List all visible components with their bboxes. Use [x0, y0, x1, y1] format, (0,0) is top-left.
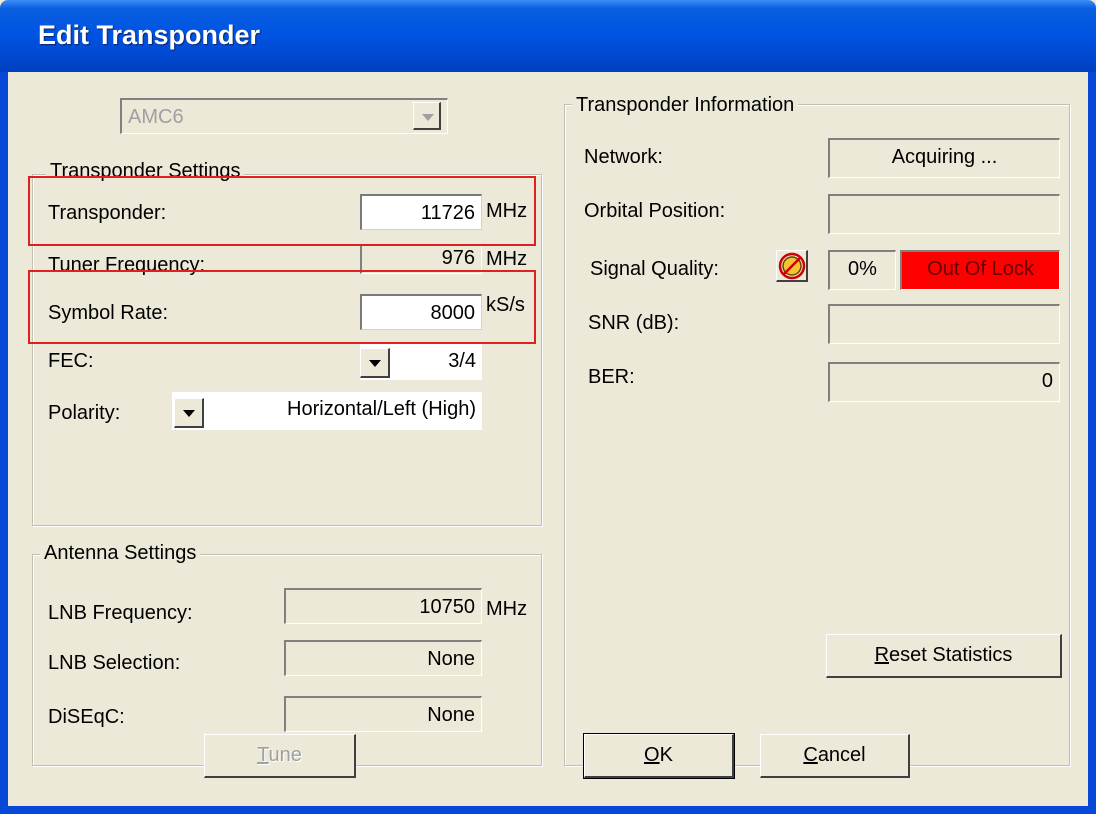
symbol-rate-highlight	[28, 270, 536, 344]
polarity-label: Polarity:	[48, 402, 121, 424]
satellite-dropdown-button[interactable]	[413, 102, 441, 130]
satellite-select[interactable]: AMC6	[120, 98, 448, 134]
window-frame-left	[0, 72, 8, 814]
lock-status-badge: Out Of Lock	[900, 250, 1060, 290]
signal-quality-label: Signal Quality:	[590, 258, 719, 280]
transponder-highlight	[28, 176, 536, 246]
tune-button[interactable]: Tune	[204, 734, 356, 778]
lnb-frequency-label: LNB Frequency:	[48, 602, 193, 624]
reset-statistics-mnemonic: R	[874, 644, 890, 666]
window-frame-right	[1088, 72, 1096, 814]
signal-quality-percent: 0%	[828, 250, 896, 290]
fec-label: FEC:	[48, 350, 94, 372]
cancel-button[interactable]: Cancel	[760, 734, 910, 778]
ok-button[interactable]: OK	[583, 733, 735, 779]
reset-statistics-label: eset Statistics	[889, 644, 1013, 666]
title-bar[interactable]: Edit Transponder	[0, 0, 1096, 72]
satellite-select-value: AMC6	[128, 106, 184, 128]
polarity-select[interactable]: Horizontal/Left (High)	[172, 392, 482, 430]
network-label: Network:	[584, 146, 663, 168]
antenna-settings-legend: Antenna Settings	[40, 542, 201, 565]
signal-quality-icon-button[interactable]	[776, 250, 808, 282]
fec-dropdown-button[interactable]	[360, 348, 390, 378]
diseqc-field: None	[284, 696, 482, 732]
lnb-frequency-unit: MHz	[486, 598, 528, 620]
orbital-position-field	[828, 194, 1060, 234]
chevron-down-icon	[369, 360, 381, 367]
window-frame-bottom	[0, 806, 1096, 814]
cancel-label: ancel	[817, 744, 866, 766]
ber-label: BER:	[588, 366, 635, 388]
no-signal-icon	[778, 252, 806, 280]
tune-label: une	[268, 744, 302, 766]
lnb-selection-field: None	[284, 640, 482, 676]
chevron-down-icon	[183, 410, 195, 417]
window-title: Edit Transponder	[38, 20, 261, 50]
cancel-mnemonic: C	[803, 744, 818, 766]
orbital-position-label: Orbital Position:	[584, 200, 726, 222]
dialog-client: AMC6 Transponder Settings Transponder: 1…	[8, 72, 1088, 806]
ok-label: K	[659, 744, 673, 766]
reset-statistics-button[interactable]: Reset Statistics	[826, 634, 1062, 678]
tune-mnemonic: T	[257, 744, 269, 766]
ber-field: 0	[828, 362, 1060, 402]
ok-mnemonic: O	[644, 744, 660, 766]
diseqc-label: DiSEqC:	[48, 706, 125, 728]
lnb-selection-label: LNB Selection:	[48, 652, 181, 674]
tuner-frequency-unit: MHz	[486, 248, 528, 270]
snr-field	[828, 304, 1060, 344]
lnb-frequency-field: 10750	[284, 588, 482, 624]
network-field: Acquiring ...	[828, 138, 1060, 178]
polarity-dropdown-button[interactable]	[174, 398, 204, 428]
snr-label: SNR (dB):	[588, 312, 680, 334]
chevron-down-icon	[422, 114, 434, 121]
transponder-info-legend: Transponder Information	[572, 94, 799, 117]
